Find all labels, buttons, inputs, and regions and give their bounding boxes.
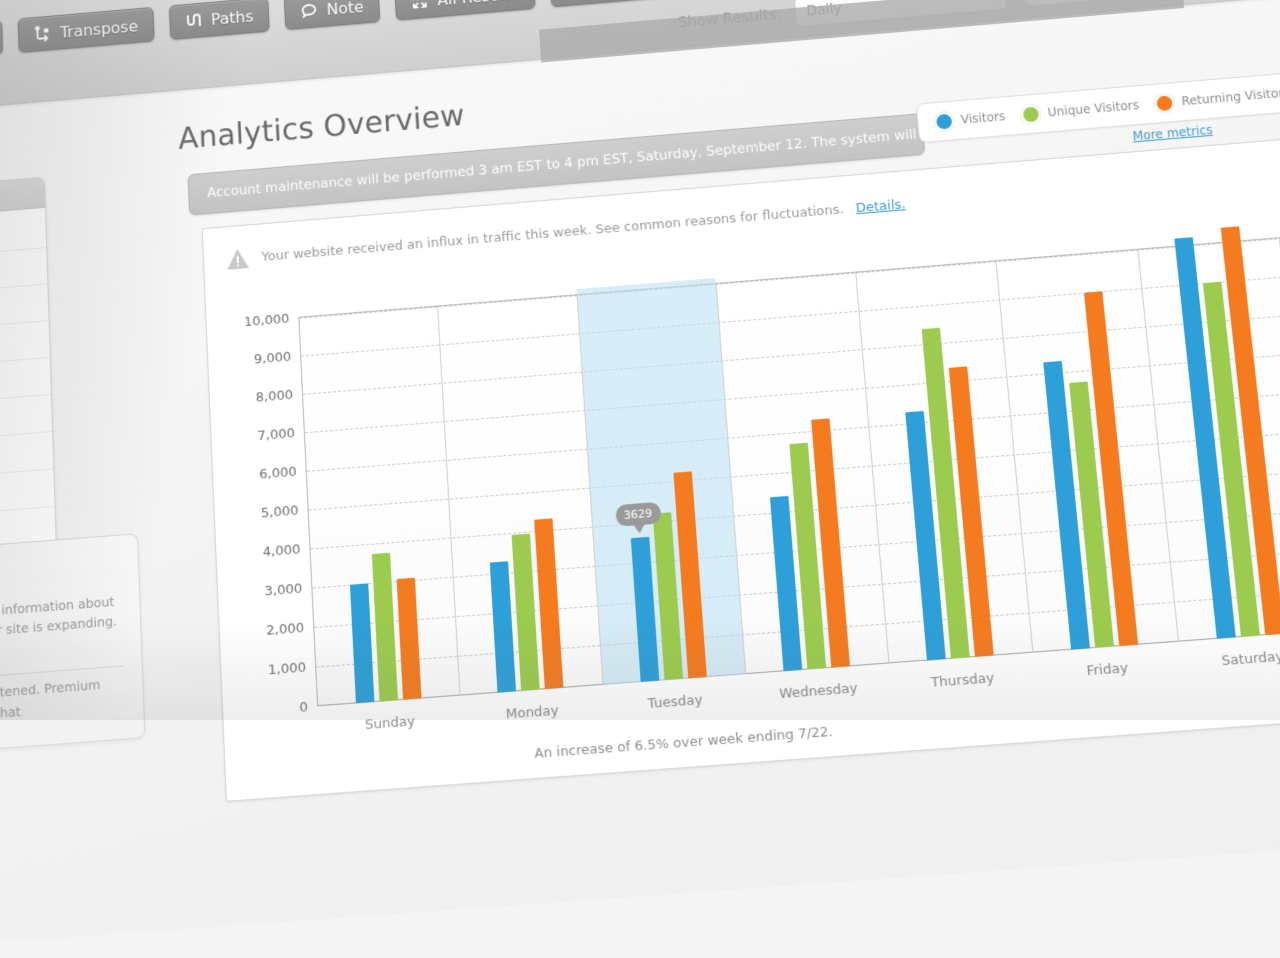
- top-toolbar: te Transpose Paths Note: [0, 0, 1280, 119]
- bar-unique-visitors[interactable]: [371, 552, 399, 702]
- transpose-button[interactable]: Transpose: [17, 6, 155, 53]
- bar-returning-visitors[interactable]: [534, 517, 564, 690]
- legend-swatch-returning-visitors: [1154, 92, 1176, 113]
- chart-legend: Visitors Unique Visitors Returning Visit…: [915, 71, 1280, 144]
- bar-visitors[interactable]: [630, 536, 659, 683]
- paths-label: Paths: [210, 6, 254, 29]
- analytics-page: te Transpose Paths Note: [0, 0, 1280, 953]
- bar-returning-visitors[interactable]: [948, 366, 994, 657]
- bar-group: [1137, 226, 1280, 641]
- bar-unique-visitors[interactable]: [652, 512, 683, 681]
- account-update-item: You spoke and we listened. Premium custo…: [0, 667, 126, 750]
- y-axis-tick-label: 0: [299, 699, 309, 716]
- paths-icon: [184, 11, 202, 30]
- x-axis-tick-label: Tuesday: [647, 692, 703, 713]
- bar-returning-visitors[interactable]: [396, 577, 422, 700]
- all-results-label: All Results: [437, 0, 519, 9]
- account-update-text-wrap: Now finding detailed information about h…: [0, 591, 123, 670]
- bar-visitors[interactable]: [769, 495, 803, 672]
- legend-label-returning-visitors: Returning Visitors: [1180, 85, 1280, 109]
- bar-value-tooltip: 3629: [614, 501, 662, 527]
- note-icon: [300, 1, 318, 20]
- x-axis-tick-label: Wednesday: [778, 680, 859, 703]
- legend-item-returning-visitors[interactable]: Returning Visitors: [1154, 83, 1280, 113]
- x-axis-tick-label: Friday: [1085, 660, 1129, 680]
- legend-item-visitors[interactable]: Visitors: [933, 107, 1006, 132]
- note-button[interactable]: Note: [283, 0, 381, 31]
- y-axis-tick-label: 9,000: [253, 348, 292, 368]
- x-axis-tick-label: Sunday: [364, 713, 416, 734]
- category-separator: [1136, 249, 1179, 642]
- bar-unique-visitors[interactable]: [511, 533, 541, 692]
- gridline: [312, 499, 1280, 589]
- bar-visitors[interactable]: [1174, 237, 1236, 639]
- y-axis-tick-label: 4,000: [262, 541, 301, 560]
- bar-group: [299, 307, 459, 707]
- bar-visitors[interactable]: [905, 410, 946, 661]
- traffic-alert-details-link[interactable]: Details.: [855, 197, 906, 216]
- sidebar-panel: Analytics OverviewCountry, State, CityEn…: [0, 176, 60, 653]
- bar-group: [437, 295, 602, 695]
- bar-unique-visitors[interactable]: [1069, 381, 1115, 648]
- note-label: Note: [326, 0, 365, 19]
- bar-group: [996, 250, 1178, 653]
- more-metrics-link[interactable]: More metrics: [1132, 123, 1213, 143]
- bar-visitors[interactable]: [490, 560, 517, 693]
- bar-unique-visitors[interactable]: [789, 443, 826, 670]
- y-axis-tick-label: 5,000: [260, 502, 299, 521]
- legend-swatch-unique-visitors: [1020, 103, 1042, 125]
- chart-card: Your website received an influx in traff…: [201, 125, 1280, 802]
- transpose-icon: [33, 24, 51, 43]
- bar-unique-visitors[interactable]: [921, 327, 970, 659]
- legend-swatch-visitors: [933, 111, 955, 132]
- gridline: [314, 539, 1280, 629]
- x-axis-tick-label: Thursday: [930, 670, 995, 692]
- gridline: [310, 460, 1280, 550]
- warning-icon: [225, 247, 250, 271]
- page-title: Analytics Overview: [177, 98, 466, 157]
- legend-item-unique-visitors[interactable]: Unique Visitors: [1020, 96, 1140, 125]
- screenshot-stage: te Transpose Paths Note: [0, 0, 1280, 953]
- chart-caption: An increase of 6.5% over week ending 7/2…: [533, 724, 834, 763]
- x-axis-line: [318, 618, 1280, 707]
- traffic-alert-text: Your website received an influx in traff…: [261, 201, 845, 265]
- category-separator: [995, 261, 1034, 653]
- y-axis-tick-label: 2,000: [265, 619, 305, 639]
- paths-button[interactable]: Paths: [168, 0, 270, 41]
- bar-group: [855, 261, 1032, 663]
- y-axis-tick-label: 8,000: [255, 387, 294, 406]
- account-update-text-wrap: You spoke and we listened. Premium custo…: [0, 673, 125, 733]
- toolbar-button-partial[interactable]: te: [0, 19, 4, 59]
- bar-returning-visitors[interactable]: [673, 471, 707, 679]
- y-axis-tick-label: 6,000: [258, 463, 298, 483]
- transpose-label: Transpose: [59, 16, 139, 42]
- all-results-button[interactable]: All Results: [394, 0, 536, 21]
- account-update-text: You spoke and we listened. Premium custo…: [0, 676, 101, 730]
- export-button[interactable]: Export: [548, 0, 662, 8]
- y-axis-tick-label: 10,000: [243, 311, 290, 330]
- show-results-value: Daily: [806, 1, 843, 19]
- bar-chart-plot: 0 1,000 2,000 3,000 4,000 5,000 6,000 7,000 8,00…: [244, 225, 1280, 733]
- expand-icon: [410, 0, 429, 11]
- bar-unique-visitors[interactable]: [1202, 281, 1260, 638]
- legend-label-unique-visitors: Unique Visitors: [1046, 98, 1140, 120]
- bar-visitors[interactable]: [350, 583, 375, 704]
- x-axis-tick-label: Saturday: [1220, 648, 1280, 670]
- y-axis-tick-label: 3,000: [264, 580, 303, 600]
- bar-returning-visitors[interactable]: [1220, 226, 1280, 636]
- traffic-alert: Your website received an influx in traff…: [225, 193, 906, 271]
- legend-label-visitors: Visitors: [960, 109, 1006, 127]
- bar-returning-visitors[interactable]: [810, 417, 850, 668]
- bar-returning-visitors[interactable]: [1084, 291, 1139, 647]
- gridline: [316, 579, 1280, 668]
- bar-visitors[interactable]: [1043, 360, 1091, 650]
- y-axis-tick-label: 1,000: [267, 659, 307, 678]
- y-axis-tick-label: 7,000: [257, 425, 296, 444]
